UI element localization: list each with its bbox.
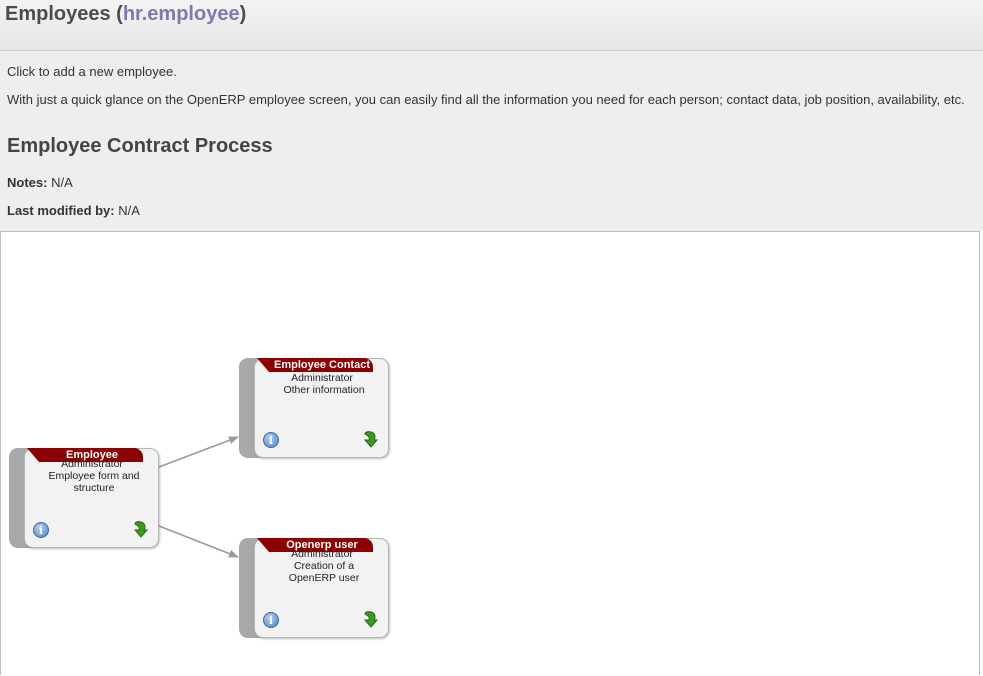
arrow-employee-to-contact [158,436,239,468]
notes-row: Notes: N/A [7,175,73,190]
node-description: Employee form and structure [48,470,140,494]
arrow-employee-to-user [158,525,239,558]
process-info-panel: Click to add a new employee. With just a… [0,51,983,231]
info-icon[interactable]: i [263,432,279,448]
page-title: Employees (hr.employee) [5,3,246,26]
help-line-add: Click to add a new employee. [7,64,177,79]
process-title: Employee Contract Process [7,135,273,157]
info-icon[interactable]: i [33,522,49,538]
green-arrow-icon[interactable] [131,520,151,540]
paren-open: ( [116,3,123,25]
notes-value: N/A [51,175,73,190]
node-role: Administrator [291,372,353,384]
model-link[interactable]: hr.employee [123,3,240,25]
node-openerp-user[interactable]: Openerp user Administrator Creation of a… [239,538,389,638]
info-icon[interactable]: i [263,612,279,628]
node-employee-contact[interactable]: Employee Contact Administrator Other inf… [239,358,389,458]
paren-close: ) [239,3,247,25]
node-role: Administrator [291,548,353,560]
page-header: Employees (hr.employee) [0,0,983,51]
last-modified-value: N/A [118,203,140,218]
node-employee[interactable]: Employee Administrator Employee form and… [9,448,159,548]
title-text: Employees [5,3,111,25]
green-arrow-icon[interactable] [361,610,381,630]
process-diagram: Employee Administrator Employee form and… [0,231,980,675]
last-modified-label: Last modified by: [7,203,115,218]
node-role: Administrator [61,458,123,470]
node-description: Creation of a OpenERP user [288,560,360,584]
notes-label: Notes: [7,175,48,190]
node-title: Employee Contact [274,359,370,371]
node-description: Other information [283,384,365,396]
help-line-description: With just a quick glance on the OpenERP … [7,92,965,107]
green-arrow-icon[interactable] [361,430,381,450]
last-modified-row: Last modified by: N/A [7,203,140,218]
